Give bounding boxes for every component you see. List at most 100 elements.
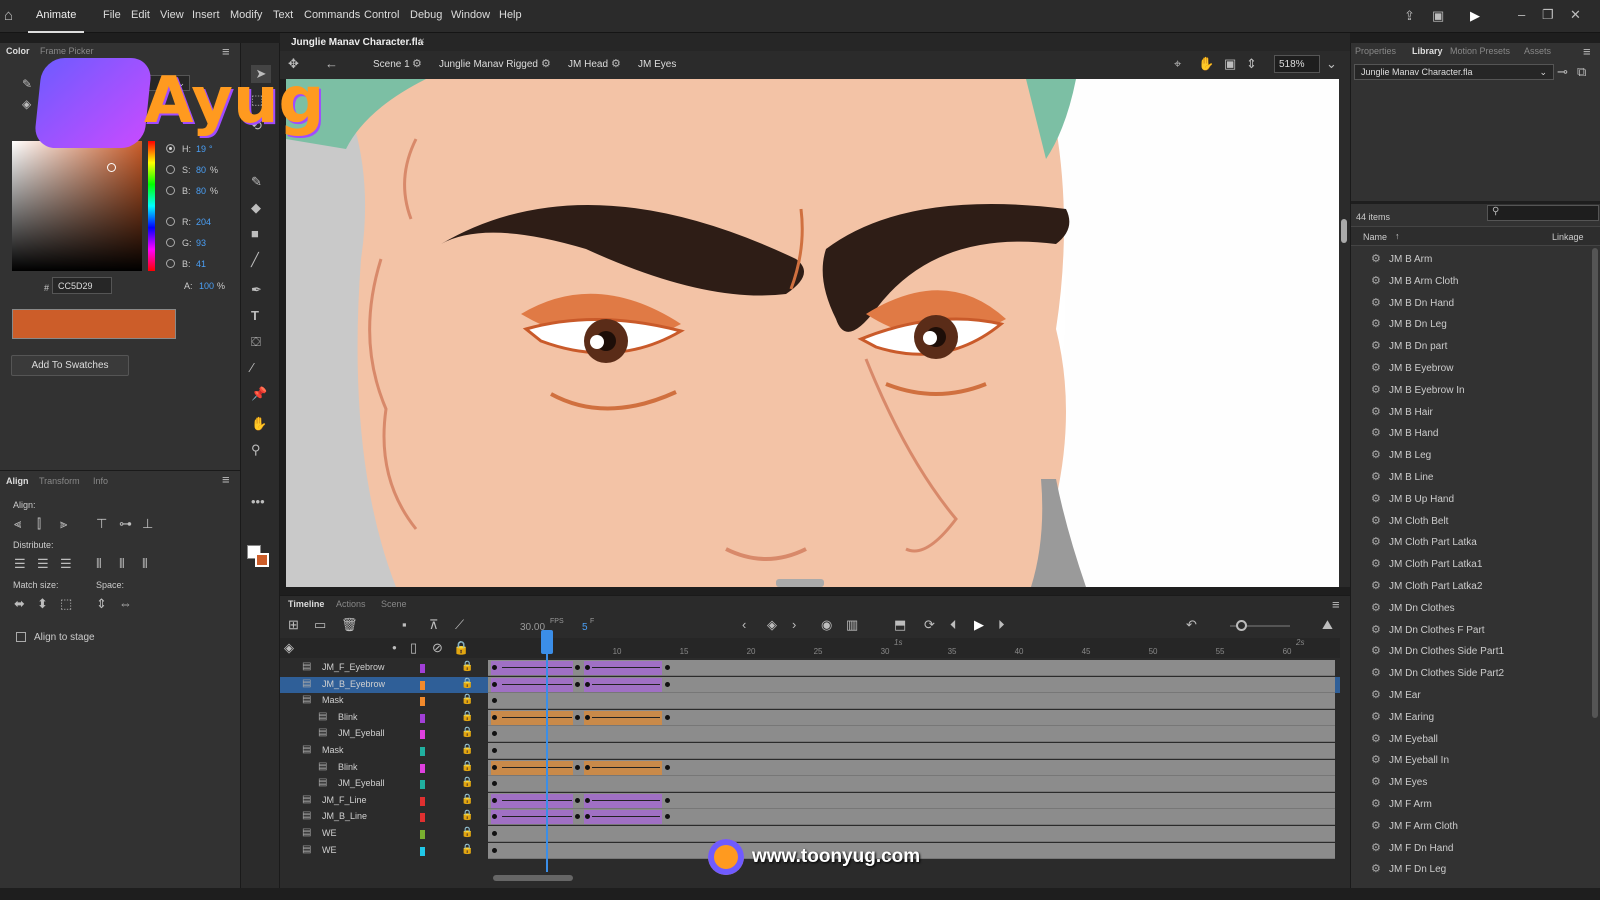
lock-icon[interactable]: 🔒 — [461, 810, 473, 821]
keyframe[interactable] — [575, 681, 580, 687]
layer-frames[interactable] — [488, 809, 1335, 826]
breadcrumb-symbol-eyes[interactable]: JM Eyes — [638, 59, 676, 70]
library-item[interactable]: ⚙ JM F Arm Cloth — [1371, 815, 1458, 837]
brightness-value[interactable]: 80 — [196, 186, 206, 196]
rectangle-tool-icon[interactable]: ■ — [251, 225, 259, 243]
library-item[interactable]: ⚙ JM B Leg — [1371, 444, 1431, 466]
hand-tool-icon[interactable]: ✋ — [251, 415, 267, 433]
match-both-icon[interactable]: ⬚ — [60, 595, 72, 613]
library-item[interactable]: ⚙ JM B Arm — [1371, 248, 1432, 270]
layer-name[interactable]: JM_F_Line — [322, 795, 367, 805]
menu-insert[interactable]: Insert — [192, 9, 220, 21]
menu-commands[interactable]: Commands — [304, 9, 360, 21]
distribute-vcenter-icon[interactable]: ☰ — [37, 555, 49, 573]
library-item[interactable]: ⚙ JM B Hand — [1371, 422, 1438, 444]
motion-tween-span[interactable] — [491, 710, 573, 725]
layer-frames[interactable] — [488, 660, 1335, 676]
keyframe[interactable] — [665, 714, 670, 720]
layer-color-chip[interactable] — [420, 830, 425, 839]
keyframe[interactable] — [492, 731, 497, 737]
library-item[interactable]: ⚙ JM F Arm — [1371, 793, 1432, 815]
align-hcenter-icon[interactable]: ⫿ — [37, 515, 41, 533]
parenting-icon[interactable]: ⊼ — [429, 616, 439, 634]
keyframe[interactable] — [492, 665, 497, 670]
blue-value[interactable]: 41 — [196, 259, 206, 269]
add-to-swatches-button[interactable]: Add To Swatches — [11, 355, 129, 376]
align-bottom-icon[interactable]: ⊥ — [142, 515, 153, 533]
keyframe[interactable] — [575, 764, 580, 770]
keyframe[interactable] — [575, 665, 580, 670]
layer-row[interactable]: ▤ JM_F_Eyebrow 🔒 — [280, 660, 1340, 676]
menu-debug[interactable]: Debug — [410, 9, 442, 21]
pin-tool-icon[interactable]: 📌 — [251, 385, 267, 403]
align-top-icon[interactable]: ⊤ — [96, 515, 107, 533]
library-item[interactable]: ⚙ JM F Dn Hand — [1371, 837, 1453, 859]
close-window-icon[interactable]: ✕ — [1570, 6, 1581, 24]
sort-ascending-icon[interactable]: ↑ — [1395, 231, 1400, 241]
layer-name[interactable]: JM_Eyeball — [338, 728, 385, 738]
back-arrow-icon[interactable]: ← — [325, 55, 338, 73]
motion-tween-span[interactable] — [584, 661, 662, 675]
layer-color-chip[interactable] — [420, 846, 425, 856]
chevron-down-icon[interactable]: ⌄ — [1326, 55, 1337, 73]
layer-name[interactable]: Mask — [322, 695, 344, 705]
space-horizontal-icon[interactable]: ⇔ — [119, 595, 132, 613]
keyframe[interactable] — [585, 665, 590, 670]
distribute-right-icon[interactable]: ⦀ — [142, 555, 148, 573]
distribute-left-icon[interactable]: ⦀ — [96, 555, 102, 573]
layer-frames[interactable] — [488, 676, 1335, 693]
library-item[interactable]: ⚙ JM B Eyebrow — [1371, 357, 1453, 379]
layer-frames[interactable] — [488, 726, 1335, 743]
clip-canvas-icon[interactable]: ▣ — [1224, 55, 1236, 73]
layer-frames[interactable] — [488, 693, 1335, 710]
keyframe[interactable] — [492, 781, 497, 787]
menu-view[interactable]: View — [160, 9, 184, 21]
panel-menu-icon[interactable]: ≡ — [222, 471, 230, 489]
loop-playback-icon[interactable]: ⟳ — [924, 616, 935, 634]
workspace-icon[interactable]: ▣ — [1432, 7, 1444, 25]
layer-row[interactable]: ▤ JM_B_Line 🔒 — [280, 809, 1340, 826]
motion-tween-span[interactable] — [491, 661, 573, 675]
timeline-zoom-slider[interactable] — [1230, 620, 1290, 631]
lock-icon[interactable]: 🔒 — [461, 694, 473, 705]
playhead-handle[interactable] — [541, 630, 553, 654]
insert-keyframe-icon[interactable]: ◈ — [767, 616, 777, 634]
layer-name[interactable]: JM_Eyeball — [338, 778, 385, 788]
visibility-icon[interactable]: ⊘ — [432, 639, 443, 657]
library-item[interactable]: ⚙ JM Dn Clothes Side Part1 — [1371, 640, 1504, 662]
menu-file[interactable]: File — [103, 9, 121, 21]
library-item[interactable]: ⚙ JM B Up Hand — [1371, 488, 1454, 510]
zoom-input[interactable]: 518% — [1274, 55, 1320, 73]
library-item[interactable]: ⚙ JM Eyeball In — [1371, 749, 1449, 771]
layer-frames[interactable] — [488, 743, 1335, 759]
lock-icon[interactable]: 🔒 — [461, 794, 473, 805]
keyframe[interactable] — [665, 665, 670, 670]
keyframe[interactable] — [492, 847, 497, 853]
scrollbar-thumb[interactable] — [1341, 219, 1347, 243]
layer-name[interactable]: WE — [322, 828, 337, 838]
lock-all-icon[interactable]: 🔒 — [453, 639, 469, 657]
layer-color-chip[interactable] — [420, 747, 425, 756]
prev-keyframe-icon[interactable]: ‹ — [742, 616, 746, 634]
line-tool-icon[interactable]: ╱ — [251, 251, 259, 269]
layer-name[interactable]: WE — [322, 845, 337, 855]
lock-icon[interactable]: 🔒 — [461, 711, 473, 722]
library-item[interactable]: ⚙ JM B Line — [1371, 466, 1433, 488]
column-linkage[interactable]: Linkage — [1552, 232, 1584, 242]
layer-frames[interactable] — [488, 776, 1335, 793]
keyframe[interactable] — [492, 714, 497, 720]
hex-input[interactable]: CC5D29 — [52, 277, 112, 294]
paint-bucket-tool-icon[interactable]: ⛋ — [251, 333, 261, 351]
keyframe[interactable] — [585, 714, 590, 720]
panel-menu-icon[interactable]: ≡ — [1583, 43, 1591, 61]
red-value[interactable]: 204 — [196, 217, 211, 227]
library-item[interactable]: ⚙ JM Earing — [1371, 706, 1434, 728]
tab-motion-presets[interactable]: Motion Presets — [1450, 46, 1510, 56]
layer-row[interactable]: ▤ JM_Eyeball 🔒 — [280, 726, 1340, 743]
motion-tween-span[interactable] — [491, 677, 573, 692]
radio-green[interactable] — [166, 238, 175, 247]
zoom-tool-icon[interactable]: ⚲ — [251, 441, 261, 459]
step-back-icon[interactable]: ⏴ — [950, 616, 957, 634]
keyframe[interactable] — [575, 814, 580, 820]
tab-timeline[interactable]: Timeline — [288, 599, 324, 609]
